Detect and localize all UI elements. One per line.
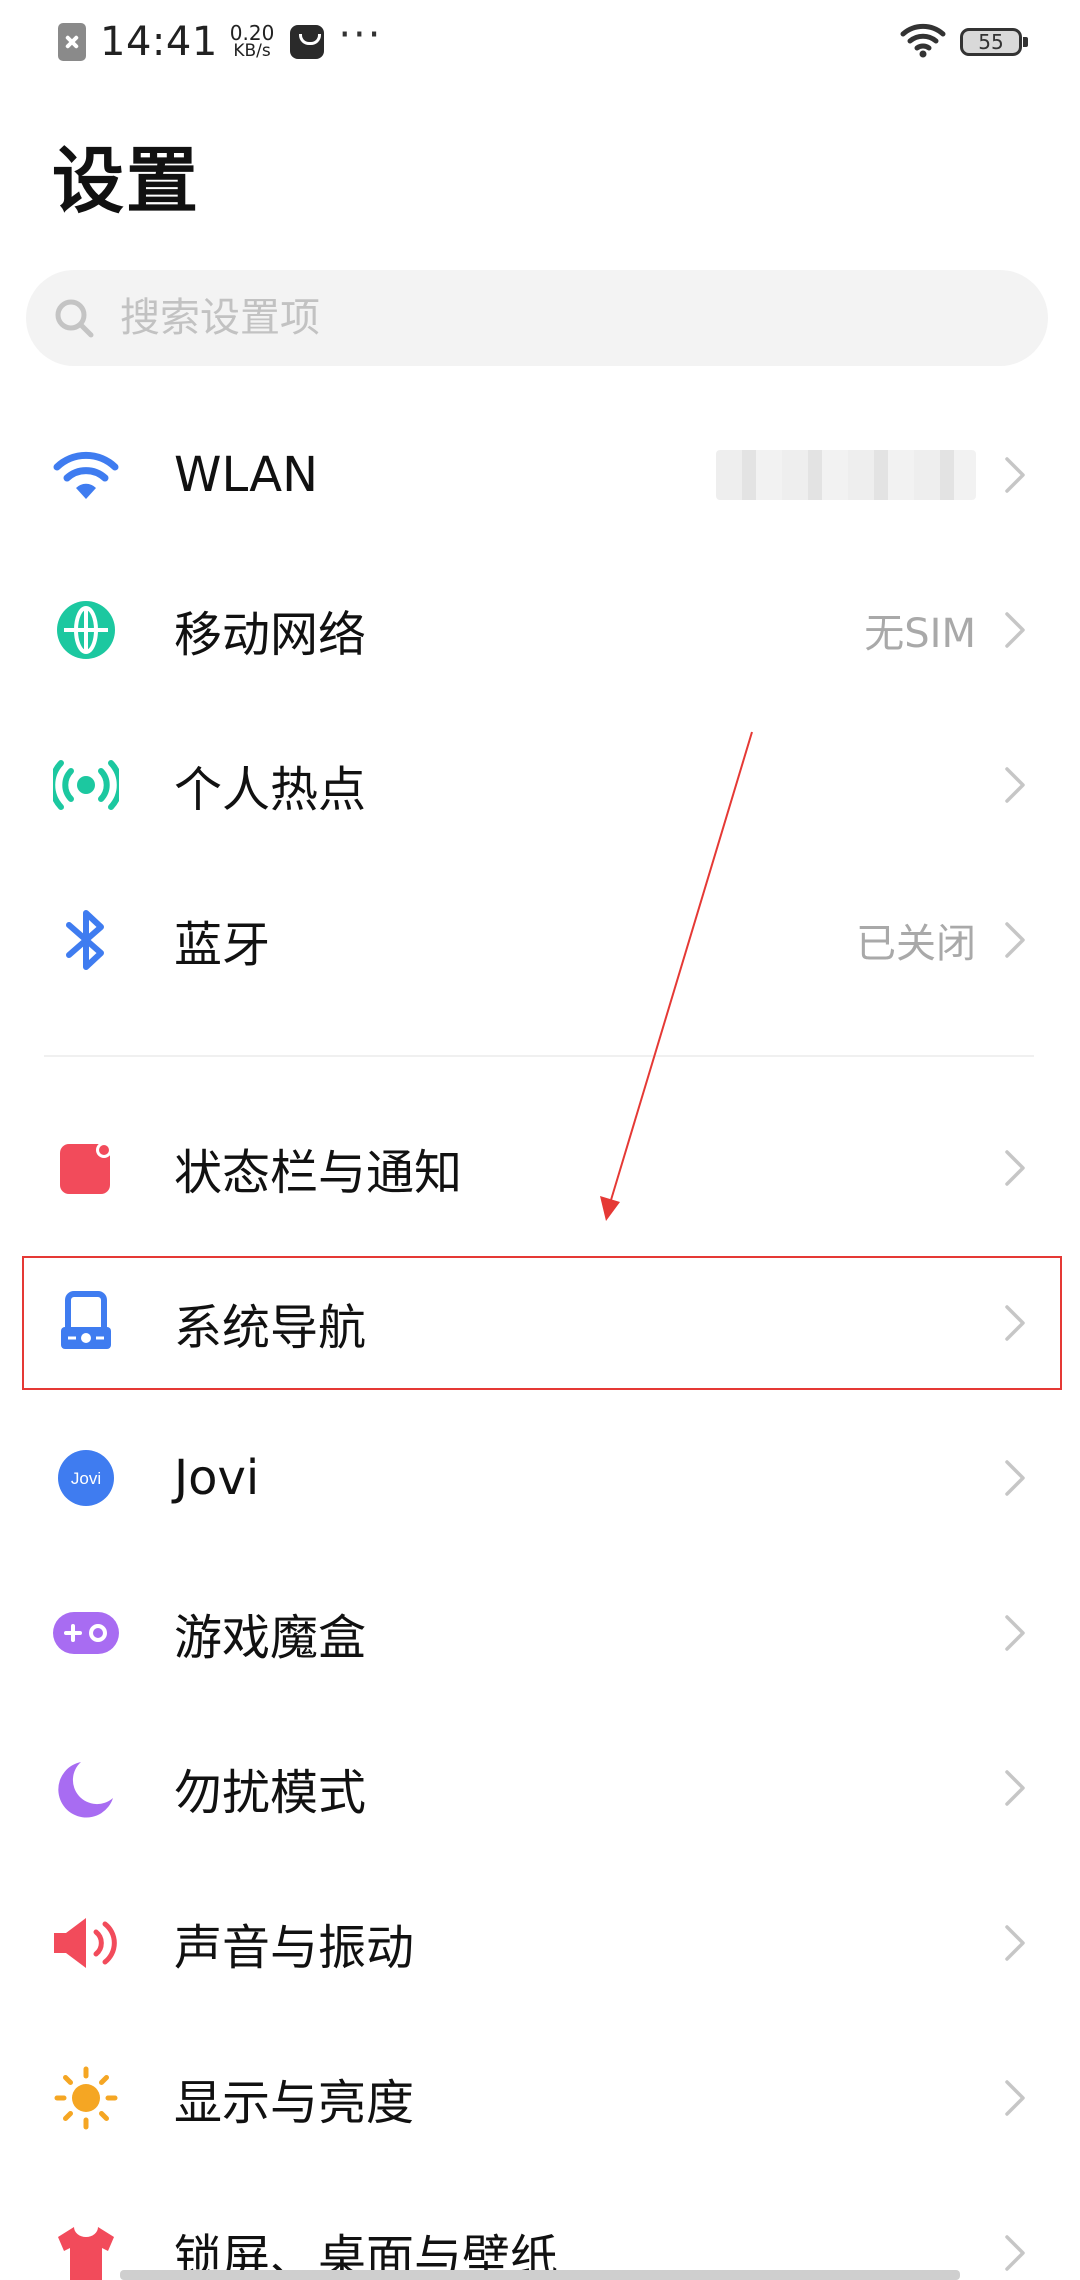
network-speed-unit: KB/s	[233, 41, 271, 61]
notification-icon	[52, 1134, 120, 1202]
hotspot-icon	[52, 751, 120, 819]
shirt-icon	[52, 2219, 120, 2280]
chevron-right-icon	[1000, 2078, 1030, 2118]
network-speed: 0.20 KB/s	[229, 21, 275, 61]
settings-item-value: 已关闭	[856, 921, 976, 967]
settings-item-game-box[interactable]: 游戏魔盒	[0, 1558, 1080, 1708]
more-notifications-icon: ···	[338, 12, 383, 58]
settings-item-label: 移动网络	[174, 607, 367, 663]
settings-item-wlan[interactable]: WLAN	[0, 400, 1080, 550]
battery-icon: 55	[960, 28, 1028, 56]
settings-item-label: 声音与振动	[174, 1920, 415, 1976]
wifi-status-icon	[900, 22, 946, 62]
status-bar-left: 14:41 0.20 KB/s ···	[58, 12, 383, 66]
chevron-right-icon	[1000, 1458, 1030, 1498]
settings-item-value: 无SIM	[864, 611, 976, 657]
settings-item-label: 显示与亮度	[174, 2075, 415, 2131]
sun-icon	[52, 2064, 120, 2132]
settings-item-label: 蓝牙	[174, 917, 271, 973]
wifi-network-name-redacted	[716, 450, 976, 500]
settings-item-lockscreen-wallpaper[interactable]: 锁屏、桌面与壁纸	[0, 2178, 1080, 2280]
settings-item-label: 状态栏与通知	[174, 1145, 463, 1201]
network-speed-value: 0.20	[229, 21, 275, 45]
jovi-badge-text: Jovi	[71, 1469, 101, 1488]
search-icon	[52, 296, 96, 340]
home-indicator[interactable]	[120, 2270, 960, 2280]
settings-item-label: Jovi	[174, 1450, 260, 1506]
chevron-right-icon	[1000, 1768, 1030, 1808]
chevron-right-icon	[1000, 765, 1030, 805]
settings-item-hotspot[interactable]: 个人热点	[0, 710, 1080, 860]
settings-item-display-brightness[interactable]: 显示与亮度	[0, 2023, 1080, 2173]
chevron-right-icon	[1000, 610, 1030, 650]
chevron-right-icon	[1000, 1923, 1030, 1963]
speaker-icon	[52, 1909, 120, 1977]
moon-icon	[52, 1754, 120, 1822]
no-sim-icon	[58, 23, 86, 61]
globe-icon	[52, 596, 120, 664]
settings-item-do-not-disturb[interactable]: 勿扰模式	[0, 1713, 1080, 1863]
settings-item-jovi[interactable]: Jovi Jovi	[0, 1403, 1080, 1553]
chevron-right-icon	[1000, 2233, 1030, 2273]
status-time: 14:41	[100, 19, 218, 65]
settings-item-bluetooth[interactable]: 蓝牙 已关闭	[0, 865, 1080, 1015]
bluetooth-icon	[52, 906, 120, 974]
settings-item-label: WLAN	[174, 447, 319, 503]
settings-item-status-bar-notifications[interactable]: 状态栏与通知	[0, 1093, 1080, 1243]
status-bar: 14:41 0.20 KB/s ··· 55	[0, 0, 1080, 84]
chevron-right-icon	[1000, 1148, 1030, 1188]
search-input[interactable]	[118, 294, 922, 342]
settings-item-label: 个人热点	[174, 762, 367, 818]
status-bar-right: 55	[900, 20, 1028, 64]
page-title: 设置	[52, 139, 201, 223]
settings-item-label: 勿扰模式	[174, 1765, 367, 1821]
settings-item-sound-vibration[interactable]: 声音与振动	[0, 1868, 1080, 2018]
settings-item-label: 游戏魔盒	[174, 1610, 367, 1666]
section-divider	[44, 1055, 1034, 1057]
shopping-bag-icon	[290, 25, 325, 59]
chevron-right-icon	[1000, 920, 1030, 960]
settings-item-mobile-network[interactable]: 移动网络 无SIM	[0, 555, 1080, 705]
wifi-icon	[52, 441, 120, 509]
chevron-right-icon	[1000, 1613, 1030, 1653]
jovi-icon: Jovi	[52, 1444, 120, 1512]
chevron-right-icon	[1000, 455, 1030, 495]
game-box-icon	[52, 1599, 120, 1667]
settings-screen: 14:41 0.20 KB/s ··· 55 设置 搜索设置项 WLAN 移动网…	[0, 0, 1080, 2280]
annotation-highlight-box	[22, 1256, 1062, 1390]
search-bar[interactable]	[26, 270, 1048, 366]
